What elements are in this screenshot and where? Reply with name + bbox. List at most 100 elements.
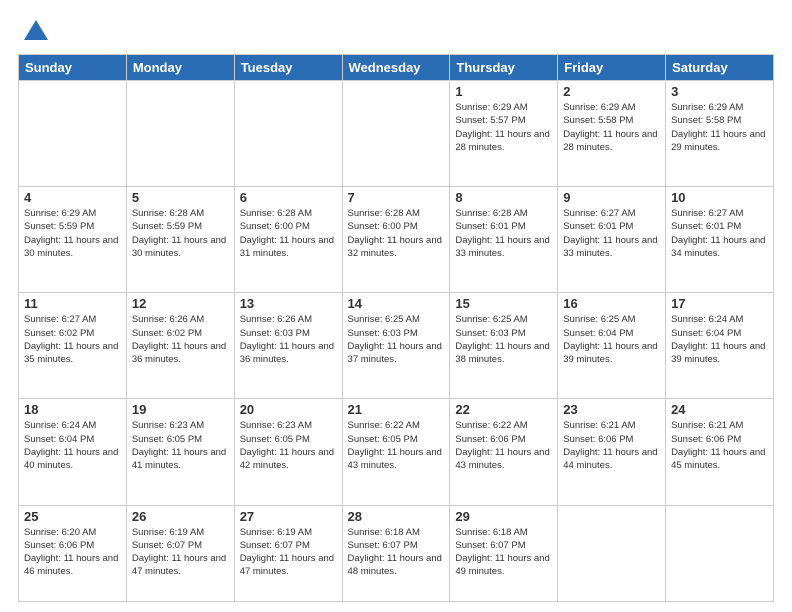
day-number: 19 [132, 402, 229, 417]
day-info: Sunrise: 6:29 AMSunset: 5:58 PMDaylight:… [671, 101, 768, 154]
weekday-header-monday: Monday [126, 55, 234, 81]
day-info: Sunrise: 6:18 AMSunset: 6:07 PMDaylight:… [348, 526, 445, 579]
day-cell: 17 Sunrise: 6:24 AMSunset: 6:04 PMDayligh… [666, 293, 774, 399]
day-info: Sunrise: 6:21 AMSunset: 6:06 PMDaylight:… [671, 419, 768, 472]
day-info: Sunrise: 6:28 AMSunset: 5:59 PMDaylight:… [132, 207, 229, 260]
day-info: Sunrise: 6:23 AMSunset: 6:05 PMDaylight:… [240, 419, 337, 472]
day-number: 10 [671, 190, 768, 205]
day-cell: 22 Sunrise: 6:22 AMSunset: 6:06 PMDayligh… [450, 399, 558, 505]
day-number: 29 [455, 509, 552, 524]
weekday-header-friday: Friday [558, 55, 666, 81]
day-cell: 18 Sunrise: 6:24 AMSunset: 6:04 PMDayligh… [19, 399, 127, 505]
day-cell: 25Sunrise: 6:20 AMSunset: 6:06 PMDayligh… [19, 505, 127, 602]
day-cell: 11 Sunrise: 6:27 AMSunset: 6:02 PMDayligh… [19, 293, 127, 399]
day-number: 6 [240, 190, 337, 205]
day-number: 18 [24, 402, 121, 417]
day-cell [19, 81, 127, 187]
day-info: Sunrise: 6:25 AMSunset: 6:04 PMDaylight:… [563, 313, 660, 366]
day-cell: 9 Sunrise: 6:27 AMSunset: 6:01 PMDaylight… [558, 187, 666, 293]
day-info: Sunrise: 6:19 AMSunset: 6:07 PMDaylight:… [240, 526, 337, 579]
day-number: 5 [132, 190, 229, 205]
day-info: Sunrise: 6:29 AMSunset: 5:57 PMDaylight:… [455, 101, 552, 154]
day-cell [126, 81, 234, 187]
day-number: 8 [455, 190, 552, 205]
day-cell: 12 Sunrise: 6:26 AMSunset: 6:02 PMDayligh… [126, 293, 234, 399]
day-cell: 21 Sunrise: 6:22 AMSunset: 6:05 PMDayligh… [342, 399, 450, 505]
day-info: Sunrise: 6:19 AMSunset: 6:07 PMDaylight:… [132, 526, 229, 579]
calendar-table: SundayMondayTuesdayWednesdayThursdayFrid… [18, 54, 774, 602]
day-info: Sunrise: 6:28 AMSunset: 6:00 PMDaylight:… [240, 207, 337, 260]
day-number: 23 [563, 402, 660, 417]
day-cell: 8 Sunrise: 6:28 AMSunset: 6:01 PMDaylight… [450, 187, 558, 293]
day-cell: 29 Sunrise: 6:18 AMSunset: 6:07 PMDayligh… [450, 505, 558, 602]
day-number: 27 [240, 509, 337, 524]
day-info: Sunrise: 6:29 AMSunset: 5:59 PMDaylight:… [24, 207, 121, 260]
logo [18, 18, 50, 46]
weekday-header-saturday: Saturday [666, 55, 774, 81]
day-cell: 20 Sunrise: 6:23 AMSunset: 6:05 PMDayligh… [234, 399, 342, 505]
day-cell: 3 Sunrise: 6:29 AMSunset: 5:58 PMDaylight… [666, 81, 774, 187]
day-cell [234, 81, 342, 187]
page: SundayMondayTuesdayWednesdayThursdayFrid… [0, 0, 792, 612]
day-number: 1 [455, 84, 552, 99]
day-info: Sunrise: 6:22 AMSunset: 6:06 PMDaylight:… [455, 419, 552, 472]
day-info: Sunrise: 6:27 AMSunset: 6:01 PMDaylight:… [563, 207, 660, 260]
day-info: Sunrise: 6:23 AMSunset: 6:05 PMDaylight:… [132, 419, 229, 472]
day-info: Sunrise: 6:25 AMSunset: 6:03 PMDaylight:… [348, 313, 445, 366]
day-info: Sunrise: 6:27 AMSunset: 6:02 PMDaylight:… [24, 313, 121, 366]
day-number: 2 [563, 84, 660, 99]
week-row-3: 11 Sunrise: 6:27 AMSunset: 6:02 PMDayligh… [19, 293, 774, 399]
week-row-4: 18 Sunrise: 6:24 AMSunset: 6:04 PMDayligh… [19, 399, 774, 505]
day-number: 17 [671, 296, 768, 311]
day-number: 20 [240, 402, 337, 417]
day-cell: 5 Sunrise: 6:28 AMSunset: 5:59 PMDaylight… [126, 187, 234, 293]
week-row-5: 25Sunrise: 6:20 AMSunset: 6:06 PMDayligh… [19, 505, 774, 602]
day-cell: 24Sunrise: 6:21 AMSunset: 6:06 PMDayligh… [666, 399, 774, 505]
day-info: Sunrise: 6:24 AMSunset: 6:04 PMDaylight:… [671, 313, 768, 366]
day-cell: 13Sunrise: 6:26 AMSunset: 6:03 PMDayligh… [234, 293, 342, 399]
day-cell: 26 Sunrise: 6:19 AMSunset: 6:07 PMDayligh… [126, 505, 234, 602]
day-cell: 7 Sunrise: 6:28 AMSunset: 6:00 PMDaylight… [342, 187, 450, 293]
day-info: Sunrise: 6:29 AMSunset: 5:58 PMDaylight:… [563, 101, 660, 154]
day-info: Sunrise: 6:24 AMSunset: 6:04 PMDaylight:… [24, 419, 121, 472]
day-cell: 23 Sunrise: 6:21 AMSunset: 6:06 PMDayligh… [558, 399, 666, 505]
day-number: 12 [132, 296, 229, 311]
day-cell: 6 Sunrise: 6:28 AMSunset: 6:00 PMDaylight… [234, 187, 342, 293]
day-cell: 16 Sunrise: 6:25 AMSunset: 6:04 PMDayligh… [558, 293, 666, 399]
day-number: 16 [563, 296, 660, 311]
day-number: 4 [24, 190, 121, 205]
day-info: Sunrise: 6:28 AMSunset: 6:01 PMDaylight:… [455, 207, 552, 260]
day-number: 21 [348, 402, 445, 417]
day-number: 28 [348, 509, 445, 524]
day-cell [666, 505, 774, 602]
day-number: 14 [348, 296, 445, 311]
day-info: Sunrise: 6:26 AMSunset: 6:03 PMDaylight:… [240, 313, 337, 366]
day-number: 3 [671, 84, 768, 99]
day-cell: 4 Sunrise: 6:29 AMSunset: 5:59 PMDaylight… [19, 187, 127, 293]
day-cell [342, 81, 450, 187]
day-number: 7 [348, 190, 445, 205]
day-number: 11 [24, 296, 121, 311]
day-info: Sunrise: 6:26 AMSunset: 6:02 PMDaylight:… [132, 313, 229, 366]
day-cell: 1 Sunrise: 6:29 AMSunset: 5:57 PMDaylight… [450, 81, 558, 187]
day-cell: 19 Sunrise: 6:23 AMSunset: 6:05 PMDayligh… [126, 399, 234, 505]
day-info: Sunrise: 6:28 AMSunset: 6:00 PMDaylight:… [348, 207, 445, 260]
week-row-2: 4 Sunrise: 6:29 AMSunset: 5:59 PMDaylight… [19, 187, 774, 293]
day-cell: 10 Sunrise: 6:27 AMSunset: 6:01 PMDayligh… [666, 187, 774, 293]
header [18, 18, 774, 46]
weekday-header-row: SundayMondayTuesdayWednesdayThursdayFrid… [19, 55, 774, 81]
day-number: 22 [455, 402, 552, 417]
day-number: 15 [455, 296, 552, 311]
day-number: 9 [563, 190, 660, 205]
day-info: Sunrise: 6:21 AMSunset: 6:06 PMDaylight:… [563, 419, 660, 472]
weekday-header-sunday: Sunday [19, 55, 127, 81]
day-info: Sunrise: 6:22 AMSunset: 6:05 PMDaylight:… [348, 419, 445, 472]
day-info: Sunrise: 6:27 AMSunset: 6:01 PMDaylight:… [671, 207, 768, 260]
day-cell: 2 Sunrise: 6:29 AMSunset: 5:58 PMDaylight… [558, 81, 666, 187]
day-info: Sunrise: 6:18 AMSunset: 6:07 PMDaylight:… [455, 526, 552, 579]
weekday-header-thursday: Thursday [450, 55, 558, 81]
day-info: Sunrise: 6:20 AMSunset: 6:06 PMDaylight:… [24, 526, 121, 579]
weekday-header-tuesday: Tuesday [234, 55, 342, 81]
day-cell: 27 Sunrise: 6:19 AMSunset: 6:07 PMDayligh… [234, 505, 342, 602]
day-number: 26 [132, 509, 229, 524]
